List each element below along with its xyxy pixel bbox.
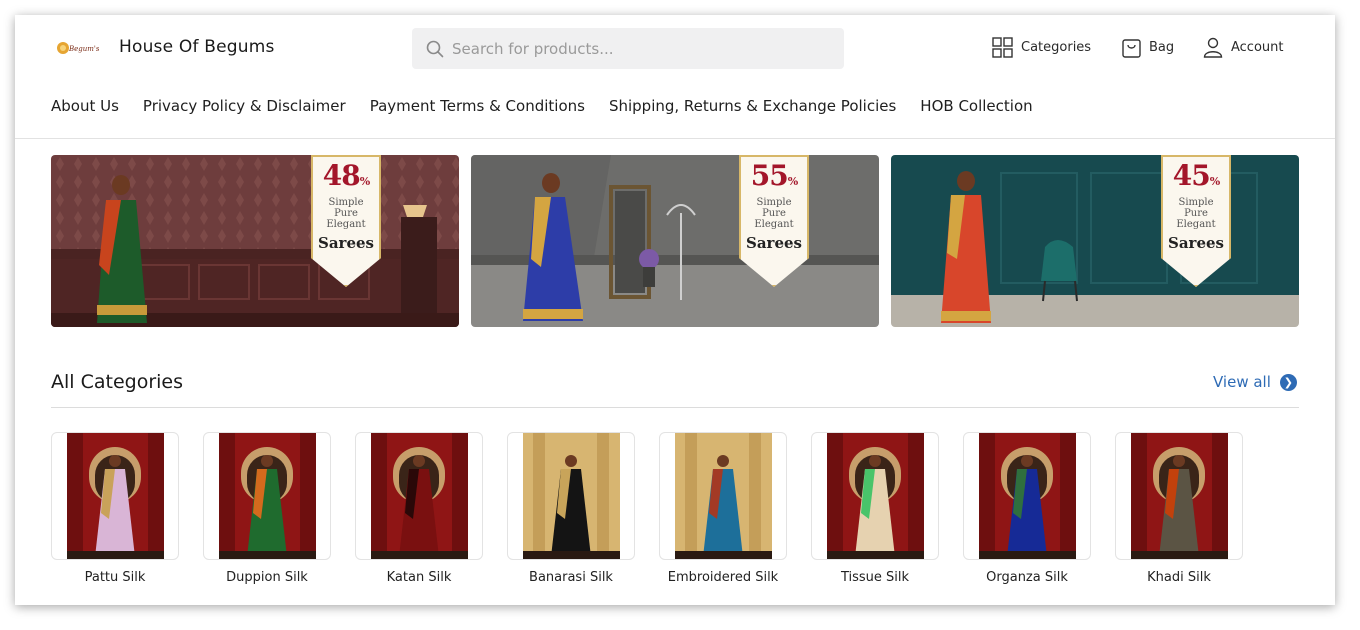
category-card-khadi-silk[interactable]: Khadi Silk bbox=[1115, 432, 1243, 585]
category-label: Pattu Silk bbox=[84, 570, 146, 585]
category-label: Banarasi Silk bbox=[529, 570, 613, 585]
category-card-katan-silk[interactable]: Katan Silk bbox=[355, 432, 483, 585]
account-button[interactable]: Account bbox=[1203, 37, 1284, 58]
category-label: Embroidered Silk bbox=[667, 570, 779, 585]
category-image-frame bbox=[507, 432, 635, 560]
category-card-banarasi-silk[interactable]: Banarasi Silk bbox=[507, 432, 635, 585]
nav-payment-terms[interactable]: Payment Terms & Conditions bbox=[370, 97, 585, 115]
promo-banner-2[interactable]: 55% Simple Pure Elegant Sarees bbox=[471, 155, 879, 327]
categories-label: Categories bbox=[1021, 40, 1092, 55]
svg-text:Begum's: Begum's bbox=[68, 45, 99, 53]
category-image-frame bbox=[659, 432, 787, 560]
app-window: Begum's House Of Begums Categories bbox=[15, 15, 1335, 605]
category-image-frame bbox=[51, 432, 179, 560]
view-all-link[interactable]: View all ❯ bbox=[1213, 373, 1297, 391]
category-label: Organza Silk bbox=[986, 570, 1068, 585]
category-card-pattu-silk[interactable]: Pattu Silk bbox=[51, 432, 179, 585]
category-image-frame bbox=[811, 432, 939, 560]
promo-banner-1[interactable]: 48% Simple Pure Elegant Sarees bbox=[51, 155, 459, 327]
brand-logo[interactable]: Begum's bbox=[55, 38, 99, 58]
nav-hob-collection[interactable]: HOB Collection bbox=[920, 97, 1032, 115]
header-divider bbox=[15, 138, 1335, 139]
category-label: Tissue Silk bbox=[840, 570, 910, 585]
search-input[interactable] bbox=[452, 39, 832, 58]
brand-name[interactable]: House Of Begums bbox=[119, 37, 275, 57]
search-icon bbox=[426, 40, 444, 57]
banner-photo-1 bbox=[51, 155, 459, 327]
section-divider bbox=[51, 407, 1299, 408]
category-photo bbox=[827, 433, 924, 559]
nav-about-us[interactable]: About Us bbox=[51, 97, 119, 115]
bag-icon bbox=[1122, 39, 1141, 58]
category-photo bbox=[67, 433, 164, 559]
search-bar[interactable] bbox=[412, 28, 844, 69]
category-image-frame bbox=[963, 432, 1091, 560]
user-icon bbox=[1203, 37, 1223, 58]
header: Begum's House Of Begums Categories bbox=[15, 15, 1335, 81]
view-all-label: View all bbox=[1213, 373, 1271, 391]
promo-banner-3[interactable]: 45% Simple Pure Elegant Sarees bbox=[891, 155, 1299, 327]
section-title: All Categories bbox=[51, 371, 184, 393]
category-photo bbox=[219, 433, 316, 559]
nav-shipping-returns[interactable]: Shipping, Returns & Exchange Policies bbox=[609, 97, 896, 115]
category-card-embroidered-silk[interactable]: Embroidered Silk bbox=[659, 432, 787, 585]
category-card-tissue-silk[interactable]: Tissue Silk bbox=[811, 432, 939, 585]
account-label: Account bbox=[1231, 40, 1284, 55]
chevron-right-icon: ❯ bbox=[1279, 373, 1297, 391]
category-photo bbox=[371, 433, 468, 559]
category-image-frame bbox=[203, 432, 331, 560]
category-label: Duppion Silk bbox=[226, 570, 308, 585]
category-image-frame bbox=[1115, 432, 1243, 560]
category-photo bbox=[1131, 433, 1228, 559]
category-card-organza-silk[interactable]: Organza Silk bbox=[963, 432, 1091, 585]
category-card-duppion-silk[interactable]: Duppion Silk bbox=[203, 432, 331, 585]
banner-photo-3 bbox=[891, 155, 1299, 327]
category-label: Khadi Silk bbox=[1147, 570, 1211, 585]
category-photo bbox=[523, 433, 620, 559]
category-photo bbox=[979, 433, 1076, 559]
category-photo bbox=[675, 433, 772, 559]
grid-icon bbox=[992, 37, 1013, 58]
main-nav: About Us Privacy Policy & Disclaimer Pay… bbox=[51, 97, 1057, 115]
categories-button[interactable]: Categories bbox=[992, 37, 1091, 58]
nav-privacy-policy[interactable]: Privacy Policy & Disclaimer bbox=[143, 97, 346, 115]
category-label: Katan Silk bbox=[386, 570, 452, 585]
bag-label: Bag bbox=[1149, 40, 1175, 55]
banner-photo-2 bbox=[471, 155, 879, 327]
bag-button[interactable]: Bag bbox=[1122, 37, 1174, 58]
category-image-frame bbox=[355, 432, 483, 560]
